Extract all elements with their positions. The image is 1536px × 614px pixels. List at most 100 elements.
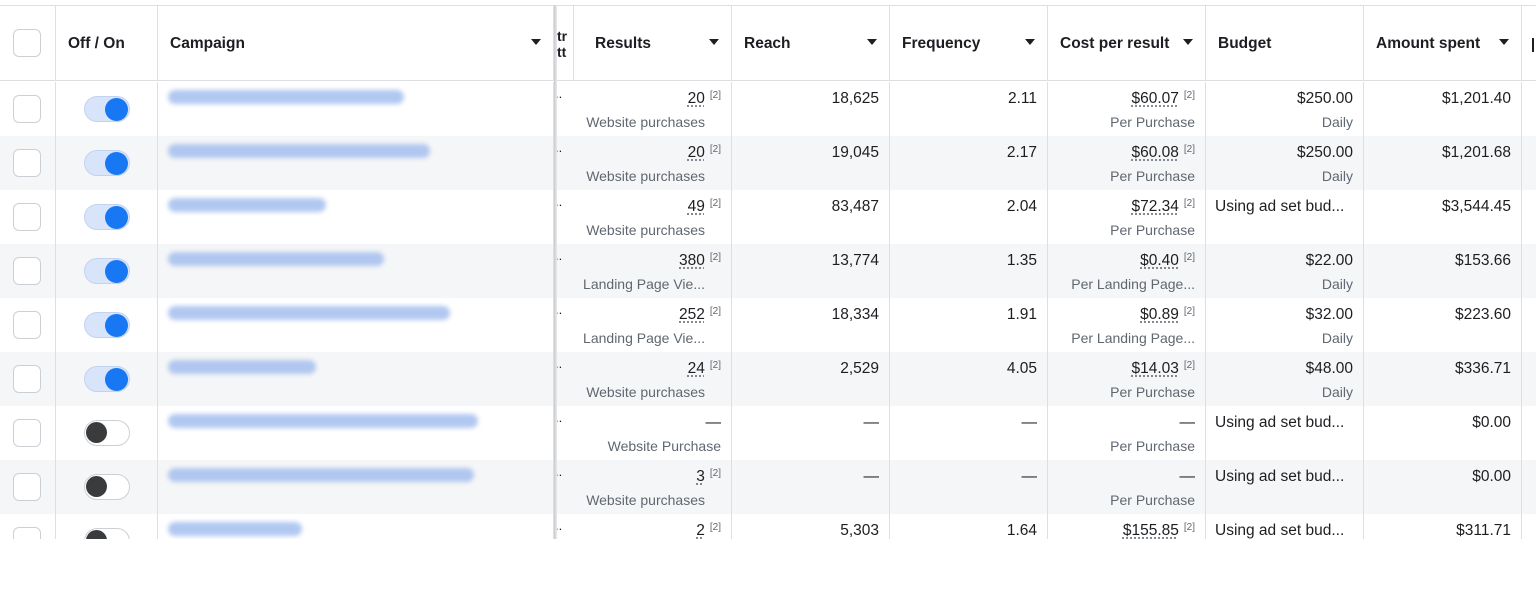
row-budget-cell[interactable]: Using ad set bud... (1206, 190, 1364, 244)
row-budget-cell[interactable]: Using ad set bud... (1206, 514, 1364, 539)
table-row[interactable]: .. 3 [2] Website purchases — — — Per Purc… (0, 460, 1536, 514)
results-value[interactable]: 20 (688, 90, 705, 107)
table-row[interactable]: .. 380 [2] Landing Page Vie... 13,774 1.3… (0, 244, 1536, 298)
row-budget-cell[interactable]: $250.00 Daily (1206, 82, 1364, 136)
campaign-toggle[interactable] (84, 366, 130, 392)
budget-value: $32.00 (1305, 306, 1353, 323)
sort-arrow-icon[interactable] (867, 39, 877, 45)
row-toggle-cell (56, 190, 158, 244)
results-value[interactable]: 252 (679, 306, 705, 323)
campaign-toggle[interactable] (84, 204, 130, 230)
budget-period: Daily (1321, 384, 1353, 400)
campaign-name-link[interactable] (168, 252, 384, 266)
header-frequency[interactable]: Frequency (890, 6, 1048, 81)
campaign-name-link[interactable] (168, 522, 302, 536)
header-budget[interactable]: Budget (1206, 6, 1364, 81)
results-value[interactable]: — (706, 414, 722, 431)
cost-per-result-value[interactable]: — (1180, 468, 1196, 485)
row-budget-cell[interactable]: $32.00 Daily (1206, 298, 1364, 352)
cost-per-result-value[interactable]: $14.03 (1131, 360, 1178, 377)
row-frequency-cell: 4.05 (890, 352, 1048, 406)
sort-arrow-icon[interactable] (1499, 39, 1509, 45)
row-amount-spent-cell: $3,544.45 (1364, 190, 1522, 244)
results-value[interactable]: 2 (696, 522, 705, 539)
campaign-toggle[interactable] (84, 96, 130, 122)
cost-per-result-value[interactable]: $155.85 (1123, 522, 1179, 539)
cost-per-result-value[interactable]: $60.07 (1131, 90, 1178, 107)
cost-per-result-type: Per Purchase (1110, 492, 1195, 508)
row-budget-cell[interactable]: $22.00 Daily (1206, 244, 1364, 298)
table-row[interactable]: .. 252 [2] Landing Page Vie... 18,334 1.9… (0, 298, 1536, 352)
row-budget-cell[interactable]: $48.00 Daily (1206, 352, 1364, 406)
campaign-toggle[interactable] (84, 474, 130, 500)
campaigns-table: Off / On Campaign tr tt Results Reach Fr… (0, 5, 1536, 539)
row-cost-per-result-cell: $14.03 [2] Per Purchase (1048, 352, 1206, 406)
results-type: Website purchases (586, 168, 705, 184)
row-checkbox[interactable] (13, 203, 41, 231)
header-campaign[interactable]: Campaign (158, 6, 554, 81)
campaign-name-link[interactable] (168, 468, 474, 482)
table-row[interactable]: .. 20 [2] Website purchases 18,625 2.11 $… (0, 82, 1536, 136)
row-budget-cell[interactable]: $250.00 Daily (1206, 136, 1364, 190)
campaign-name-link[interactable] (168, 306, 450, 320)
campaign-toggle[interactable] (84, 528, 130, 539)
results-value[interactable]: 380 (679, 252, 705, 269)
table-row[interactable]: .. 2[2] 5,303 1.64 $155.85[2] Using ad (0, 514, 1536, 539)
cost-per-result-value[interactable]: $60.08 (1131, 144, 1178, 161)
campaign-toggle[interactable] (84, 150, 130, 176)
campaign-toggle[interactable] (84, 312, 130, 338)
row-checkbox[interactable] (13, 473, 41, 501)
row-checkbox[interactable] (13, 95, 41, 123)
row-checkbox[interactable] (13, 149, 41, 177)
sort-arrow-icon[interactable] (709, 39, 719, 45)
row-checkbox[interactable] (13, 419, 41, 447)
results-value[interactable]: 3 (696, 468, 705, 485)
sort-arrow-icon[interactable] (1025, 39, 1035, 45)
table-row[interactable]: .. 49 [2] Website purchases 83,487 2.04 $… (0, 190, 1536, 244)
cost-per-result-value[interactable]: $0.89 (1140, 306, 1179, 323)
sort-arrow-icon[interactable] (1183, 39, 1193, 45)
header-reach[interactable]: Reach (732, 6, 890, 81)
budget-value: Using ad set bud... (1215, 414, 1345, 431)
results-value[interactable]: 49 (688, 198, 705, 215)
campaign-toggle[interactable] (84, 420, 130, 446)
campaign-name-link[interactable] (168, 198, 326, 212)
reach-value: 5,303 (840, 522, 879, 539)
campaign-toggle[interactable] (84, 258, 130, 284)
row-checkbox[interactable] (13, 311, 41, 339)
results-value[interactable]: 24 (688, 360, 705, 377)
row-toggle-cell (56, 298, 158, 352)
cost-per-result-value[interactable]: $72.34 (1131, 198, 1178, 215)
select-all-checkbox[interactable] (13, 29, 41, 57)
row-campaign-cell (158, 82, 554, 136)
row-select-cell (0, 514, 56, 539)
row-reach-cell: 2,529 (732, 352, 890, 406)
row-checkbox[interactable] (13, 257, 41, 285)
toggle-knob (105, 98, 128, 121)
campaign-name-link[interactable] (168, 414, 478, 428)
toggle-knob (86, 422, 107, 443)
table-row[interactable]: .. 24 [2] Website purchases 2,529 4.05 $1… (0, 352, 1536, 406)
campaign-name-link[interactable] (168, 360, 316, 374)
header-results[interactable]: Results (574, 6, 732, 81)
row-checkbox[interactable] (13, 527, 41, 539)
row-checkbox[interactable] (13, 365, 41, 393)
campaign-name-link[interactable] (168, 90, 404, 104)
cost-per-result-value[interactable]: — (1180, 414, 1196, 431)
row-budget-cell[interactable]: Using ad set bud... (1206, 406, 1364, 460)
row-budget-cell[interactable]: Using ad set bud... (1206, 460, 1364, 514)
footnote-marker: [2] (1183, 522, 1195, 533)
attribution-fragment-line2: tt (557, 44, 567, 60)
sort-arrow-icon[interactable] (531, 39, 541, 45)
table-row[interactable]: .. 20 [2] Website purchases 19,045 2.17 $… (0, 136, 1536, 190)
campaign-name-link[interactable] (168, 144, 430, 158)
frozen-column-divider[interactable] (554, 5, 557, 539)
cost-per-result-value[interactable]: $0.40 (1140, 252, 1179, 269)
results-value[interactable]: 20 (688, 144, 705, 161)
header-amount-spent[interactable]: Amount spent (1364, 6, 1522, 81)
budget-value: $22.00 (1305, 252, 1353, 269)
table-row[interactable]: .. — Website Purchase — — — Per Purchase (0, 406, 1536, 460)
header-toggle-label: Off / On (68, 34, 125, 52)
row-results-cell: 252 [2] Landing Page Vie... (574, 298, 732, 352)
header-cost-per-result[interactable]: Cost per result (1048, 6, 1206, 81)
